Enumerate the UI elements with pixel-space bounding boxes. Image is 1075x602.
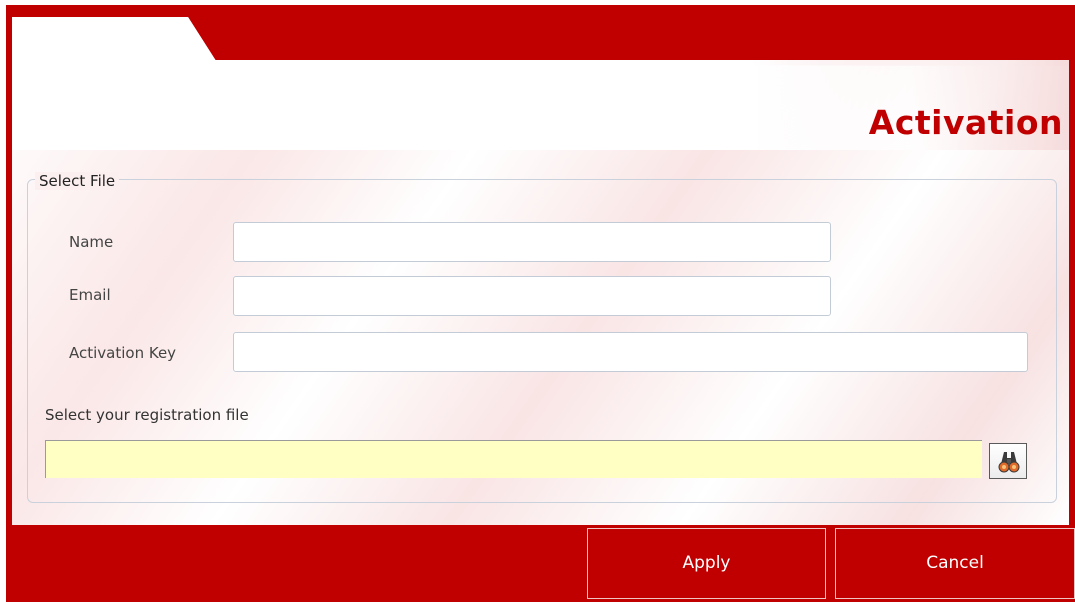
email-label: Email [69, 286, 111, 304]
frame-left-border [6, 5, 12, 602]
cancel-button[interactable]: Cancel [835, 528, 1075, 599]
activation-dialog: Activation Select File Name Email Activa… [0, 0, 1075, 602]
frame-right-border [1069, 5, 1075, 602]
activation-key-input[interactable] [233, 332, 1028, 372]
browse-button[interactable] [989, 443, 1027, 479]
dialog-title: Activation [868, 103, 1063, 142]
select-file-legend: Select File [35, 172, 120, 190]
email-input[interactable] [233, 276, 831, 316]
name-input[interactable] [233, 222, 831, 262]
registration-file-label: Select your registration file [45, 406, 249, 424]
name-label: Name [69, 233, 114, 251]
binoculars-icon [998, 452, 1020, 473]
registration-file-path-input[interactable] [45, 440, 982, 478]
activation-key-label: Activation Key [69, 344, 177, 362]
apply-button[interactable]: Apply [587, 528, 826, 599]
